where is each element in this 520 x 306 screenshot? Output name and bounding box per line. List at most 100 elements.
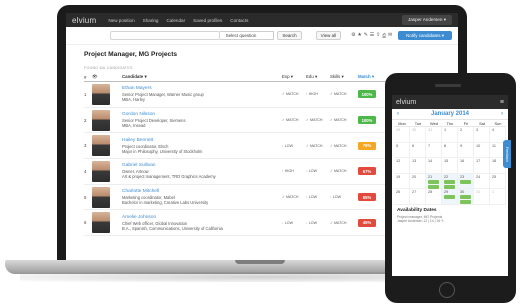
availability-entry[interactable]: Jasper Andersen 12 | 14 | 16 ✎ [397,219,503,223]
candidate-education: MBA, Harley [122,97,145,103]
calendar-day[interactable]: 22 [442,173,458,190]
app-logo[interactable]: elvium [72,16,96,25]
event-block[interactable] [460,200,471,205]
calendar-day[interactable]: 3 [474,127,490,143]
menu-icon[interactable]: ≡ [500,99,504,106]
toolbar: Select question Search View all ⚙ ★ ✎ ☰ … [66,27,458,45]
calendar-day[interactable]: 8 [442,142,458,159]
nav-calendar[interactable]: Calendar [166,18,185,23]
weekday-label: Sat [474,120,490,127]
calendar-day[interactable]: 15 [442,158,458,174]
calendar-day[interactable]: 21 [426,173,442,190]
exp-tag: ↓ LOW [282,143,293,148]
header-candidate[interactable]: Candidate ▾ [122,74,282,80]
row-number: 1 [84,91,87,97]
candidate-name[interactable]: Gabriel Sullivan [122,163,282,168]
calendar-day[interactable]: 6 [410,142,426,159]
search-button[interactable]: Search [277,31,302,40]
mobile-logo[interactable]: elvium [396,99,416,106]
edit-icon[interactable]: ✎ [364,33,368,38]
header-skills[interactable]: Skills ▾ [330,74,358,80]
calendar-day[interactable]: 9 [458,142,474,159]
calendar-day[interactable]: 24 [474,173,490,190]
avatar[interactable] [92,212,110,234]
avatar[interactable] [92,160,110,182]
nav-new-position[interactable]: New position [108,18,134,23]
calendar-day[interactable]: 12 [394,158,410,174]
calendar-day[interactable]: 31 [426,127,442,143]
calendar-day[interactable]: 27 [410,189,426,205]
nav-saved-profiles[interactable]: Saved profiles [193,18,222,23]
header-edu[interactable]: Edu ▾ [306,74,330,80]
match-badge: 75% [358,141,376,150]
event-block[interactable] [444,184,455,189]
calendar-day[interactable]: 19 [394,173,410,190]
calendar-day[interactable]: 29 [442,189,458,205]
calendar-day[interactable]: 1 [442,127,458,143]
event-block[interactable] [428,184,439,189]
weekday-label: Tue [410,120,426,127]
event-block[interactable] [444,179,455,184]
calendar-day[interactable]: 29 [394,127,410,143]
event-block[interactable] [460,195,471,200]
exp-tag: ↓ LOW [282,220,293,225]
question-select[interactable]: Select question [219,31,275,40]
candidate-name[interactable]: Ethan Mayers [122,86,282,91]
calendar-day[interactable]: 7 [426,142,442,159]
search-input[interactable] [110,31,220,40]
weekday-label: Sun [490,120,506,127]
prev-month-button[interactable]: ‹ [397,111,399,117]
nav-contacts[interactable]: Contacts [230,18,248,23]
view-all-button[interactable]: View all [315,31,342,40]
calendar-day[interactable]: 30 [410,127,426,143]
page-title: Project Manager, MG Projects [84,51,178,58]
calendar-day[interactable]: 23 [458,173,474,190]
calendar-day[interactable]: 30 [458,189,474,205]
star-icon[interactable]: ★ [357,33,361,38]
calendar-day[interactable]: 2 [458,127,474,143]
avatar[interactable] [92,83,110,105]
calendar-day[interactable]: 20 [410,173,426,190]
toolbar-icons: ⚙ ★ ✎ ☰ ⇪ ⎙ ✉ [351,33,392,39]
eye-icon[interactable]: 👁 [92,74,122,80]
avatar[interactable] [92,109,110,131]
calendar-day[interactable]: 1 [490,189,506,205]
candidate-name[interactable]: Gordon Nilsson [122,112,282,117]
candidate-name[interactable]: Amelie Johnson [122,215,282,220]
print-icon[interactable]: ⎙ [382,33,386,39]
avatar[interactable] [92,186,110,208]
event-block[interactable] [460,179,471,184]
calendar-day[interactable]: 26 [394,189,410,205]
avatar[interactable] [92,135,110,157]
header-match[interactable]: Match ▾ [358,74,388,80]
share-icon[interactable]: ⇪ [376,33,380,38]
nav-sharing[interactable]: Sharing [143,18,159,23]
header-exp[interactable]: Exp ▾ [282,74,306,80]
exp-tag: ↑ HIGH [282,169,294,174]
calendar-day[interactable]: 10 [474,142,490,159]
calendar-month: January 2014 [430,111,470,117]
calendar-day[interactable]: 17 [474,158,490,174]
calendar-day[interactable]: 13 [410,158,426,174]
edu-tag: ↓ LOW [306,220,317,225]
list-icon[interactable]: ☰ [370,33,374,38]
skills-tag: ✓ MATCH [330,92,347,97]
calendar-day[interactable]: 25 [490,173,506,190]
home-button[interactable] [439,282,455,298]
calendar-day[interactable]: 14 [426,158,442,174]
calendar-day[interactable]: 28 [426,189,442,205]
event-block[interactable] [444,195,455,200]
feedback-tab[interactable]: Feedback [503,140,511,168]
calendar-day[interactable]: 16 [458,158,474,174]
calendar-day[interactable]: 31 [474,189,490,205]
candidate-education: Major in Philosophy, University of Stock… [122,148,203,154]
next-month-button[interactable]: › [501,111,503,117]
event-block[interactable] [428,179,439,184]
notify-candidates-button[interactable]: Notify candidates ▾ [397,31,452,40]
candidate-name[interactable]: Charlotte Mitchell [122,189,282,194]
settings-icon[interactable]: ⚙ [351,33,355,38]
user-menu[interactable]: Jasper Andersen ▾ [401,15,452,25]
calendar-day[interactable]: 5 [394,142,410,159]
candidate-name[interactable]: Hailey Bennett [122,138,282,143]
mail-icon[interactable]: ✉ [388,33,392,38]
